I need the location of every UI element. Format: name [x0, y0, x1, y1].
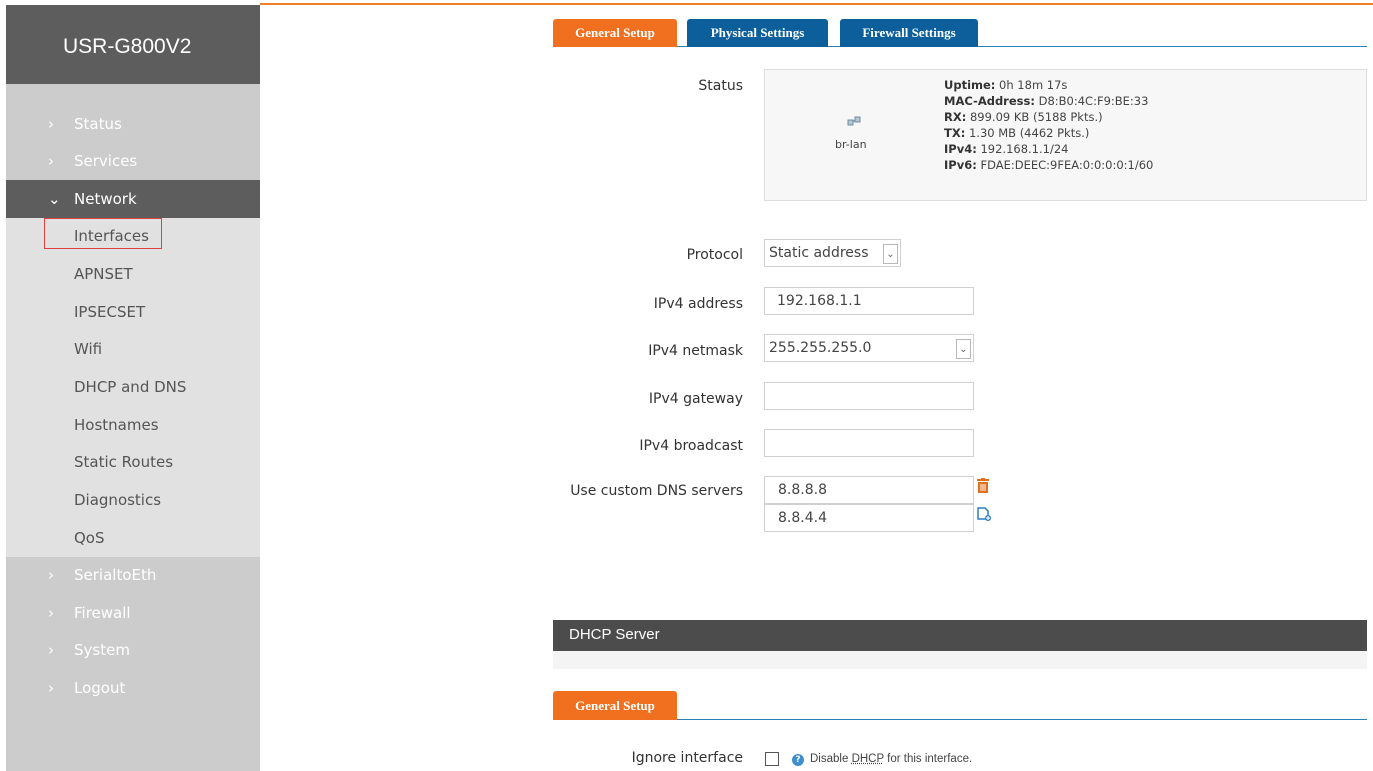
status-panel: br-lan Uptime: 0h 18m 17s MAC-Address: D… [764, 69, 1367, 201]
chevron-down-icon: ⌄ [883, 244, 898, 264]
status-mac: MAC-Address: D8:B0:4C:F9:BE:33 [944, 94, 1149, 108]
protocol-label: Protocol [686, 247, 743, 263]
dns-server-input-1[interactable]: 8.8.8.8 [764, 476, 974, 504]
chevron-right-icon: › [48, 603, 54, 622]
sidebar-item-label: SerialtoEth [74, 566, 157, 585]
tab-firewall-settings[interactable]: Firewall Settings [840, 19, 978, 47]
protocol-select[interactable]: Static address ⌄ [764, 239, 901, 267]
status-tx: TX: 1.30 MB (4462 Pkts.) [944, 126, 1090, 140]
sidebar-item-label: Firewall [74, 603, 131, 622]
status-rx: RX: 899.09 KB (5188 Pkts.) [944, 110, 1103, 124]
sidebar-item-logout[interactable]: › Logout [6, 669, 260, 707]
sidebar-subitem-ipsecset[interactable]: IPSECSET [6, 293, 260, 331]
sidebar-item-status[interactable]: › Status [6, 105, 260, 143]
sidebar-subitem-static-routes[interactable]: Static Routes [6, 444, 260, 482]
ipv4-address-input[interactable]: 192.168.1.1 [764, 287, 974, 315]
interface-name: br-lan [835, 138, 867, 151]
ignore-interface-label: Ignore interface [631, 750, 743, 766]
sidebar-subitem-label: Hostnames [74, 415, 159, 434]
tab-dhcp-general-setup[interactable]: General Setup [553, 691, 677, 720]
sidebar-item-label: Logout [74, 678, 126, 697]
sidebar-subitem-apnset[interactable]: APNSET [6, 255, 260, 293]
sidebar-subitem-label: Diagnostics [74, 491, 162, 510]
dns-server-input-2[interactable]: 8.8.4.4 [764, 504, 974, 532]
sidebar-subitem-label: QoS [74, 528, 105, 547]
dhcp-server-header: DHCP Server [553, 620, 1367, 651]
dhcp-tabs: General Setup [553, 691, 1367, 720]
ipv4-broadcast-input[interactable] [764, 429, 974, 457]
chevron-down-icon: ⌄ [956, 339, 971, 359]
sidebar-subitem-dhcp-dns[interactable]: DHCP and DNS [6, 368, 260, 406]
status-ipv6: IPv6: FDAE:DEEC:9FEA:0:0:0:0:1/60 [944, 158, 1154, 172]
ignore-interface-hint: Disable DHCP for this interface. [810, 753, 973, 765]
sidebar-item-firewall[interactable]: › Firewall [6, 594, 260, 632]
sidebar-subitem-label: Wifi [74, 340, 103, 359]
dns-label: Use custom DNS servers [570, 483, 743, 499]
ipv4-netmask-select[interactable]: 255.255.255.0 ⌄ [764, 334, 974, 362]
sidebar-subitem-wifi[interactable]: Wifi [6, 331, 260, 369]
ipv4-netmask-label: IPv4 netmask [648, 343, 743, 359]
add-icon[interactable] [977, 506, 991, 521]
top-accent-line [260, 3, 1373, 5]
chevron-right-icon: › [48, 566, 54, 585]
chevron-right-icon: › [48, 114, 54, 133]
tab-general-setup[interactable]: General Setup [553, 19, 677, 47]
protocol-value: Static address [769, 245, 869, 261]
chevron-right-icon: › [48, 641, 54, 660]
network-submenu: Interfaces APNSET IPSECSET Wifi DHCP and… [6, 217, 260, 557]
chevron-right-icon: › [48, 678, 54, 697]
status-details: Uptime: 0h 18m 17s MAC-Address: D8:B0:4C… [944, 77, 1153, 173]
brand-title: USR-G800V2 [6, 5, 260, 84]
chevron-right-icon: › [48, 152, 54, 171]
sidebar-menu: › Status › Services ⌄ Network Interfaces… [6, 105, 260, 707]
sidebar-subitem-diagnostics[interactable]: Diagnostics [6, 481, 260, 519]
sidebar-item-services[interactable]: › Services [6, 143, 260, 181]
highlight-box [44, 217, 162, 249]
sidebar-subitem-label: DHCP and DNS [74, 378, 187, 397]
ipv4-gateway-input[interactable] [764, 382, 974, 410]
sidebar-item-serialtoeth[interactable]: › SerialtoEth [6, 557, 260, 595]
sidebar-subitem-hostnames[interactable]: Hostnames [6, 406, 260, 444]
sidebar-item-label: Network [74, 189, 137, 208]
trash-icon[interactable] [977, 478, 989, 493]
sidebar-subitem-qos[interactable]: QoS [6, 519, 260, 557]
status-label: Status [698, 78, 743, 94]
sidebar-subitem-label: Static Routes [74, 453, 174, 472]
sidebar-item-system[interactable]: › System [6, 632, 260, 670]
status-uptime: Uptime: 0h 18m 17s [944, 78, 1068, 92]
sidebar: USR-G800V2 › Status › Services ⌄ Network… [6, 5, 260, 771]
dhcp-server-subbar [553, 651, 1367, 669]
ipv4-gateway-label: IPv4 gateway [648, 391, 743, 407]
sidebar-item-label: Services [74, 152, 138, 171]
sidebar-subitem-label: APNSET [74, 265, 133, 284]
ipv4-broadcast-label: IPv4 broadcast [639, 438, 743, 454]
ipv4-netmask-value: 255.255.255.0 [769, 340, 872, 356]
info-icon: ? [792, 754, 804, 766]
sidebar-item-label: Status [74, 114, 122, 133]
status-ipv4: IPv4: 192.168.1.1/24 [944, 142, 1069, 156]
sidebar-subitem-interfaces[interactable]: Interfaces [6, 217, 260, 256]
ipv4-address-label: IPv4 address [653, 296, 743, 312]
tab-physical-settings[interactable]: Physical Settings [687, 19, 828, 47]
chevron-down-icon: ⌄ [48, 189, 61, 208]
sidebar-item-label: System [74, 641, 130, 660]
sidebar-subitem-label: IPSECSET [74, 302, 146, 321]
ignore-interface-checkbox[interactable] [765, 752, 779, 766]
sidebar-item-network[interactable]: ⌄ Network [6, 180, 260, 218]
interface-tabs: General Setup Physical Settings Firewall… [553, 19, 1367, 47]
network-interface-icon [847, 116, 861, 131]
